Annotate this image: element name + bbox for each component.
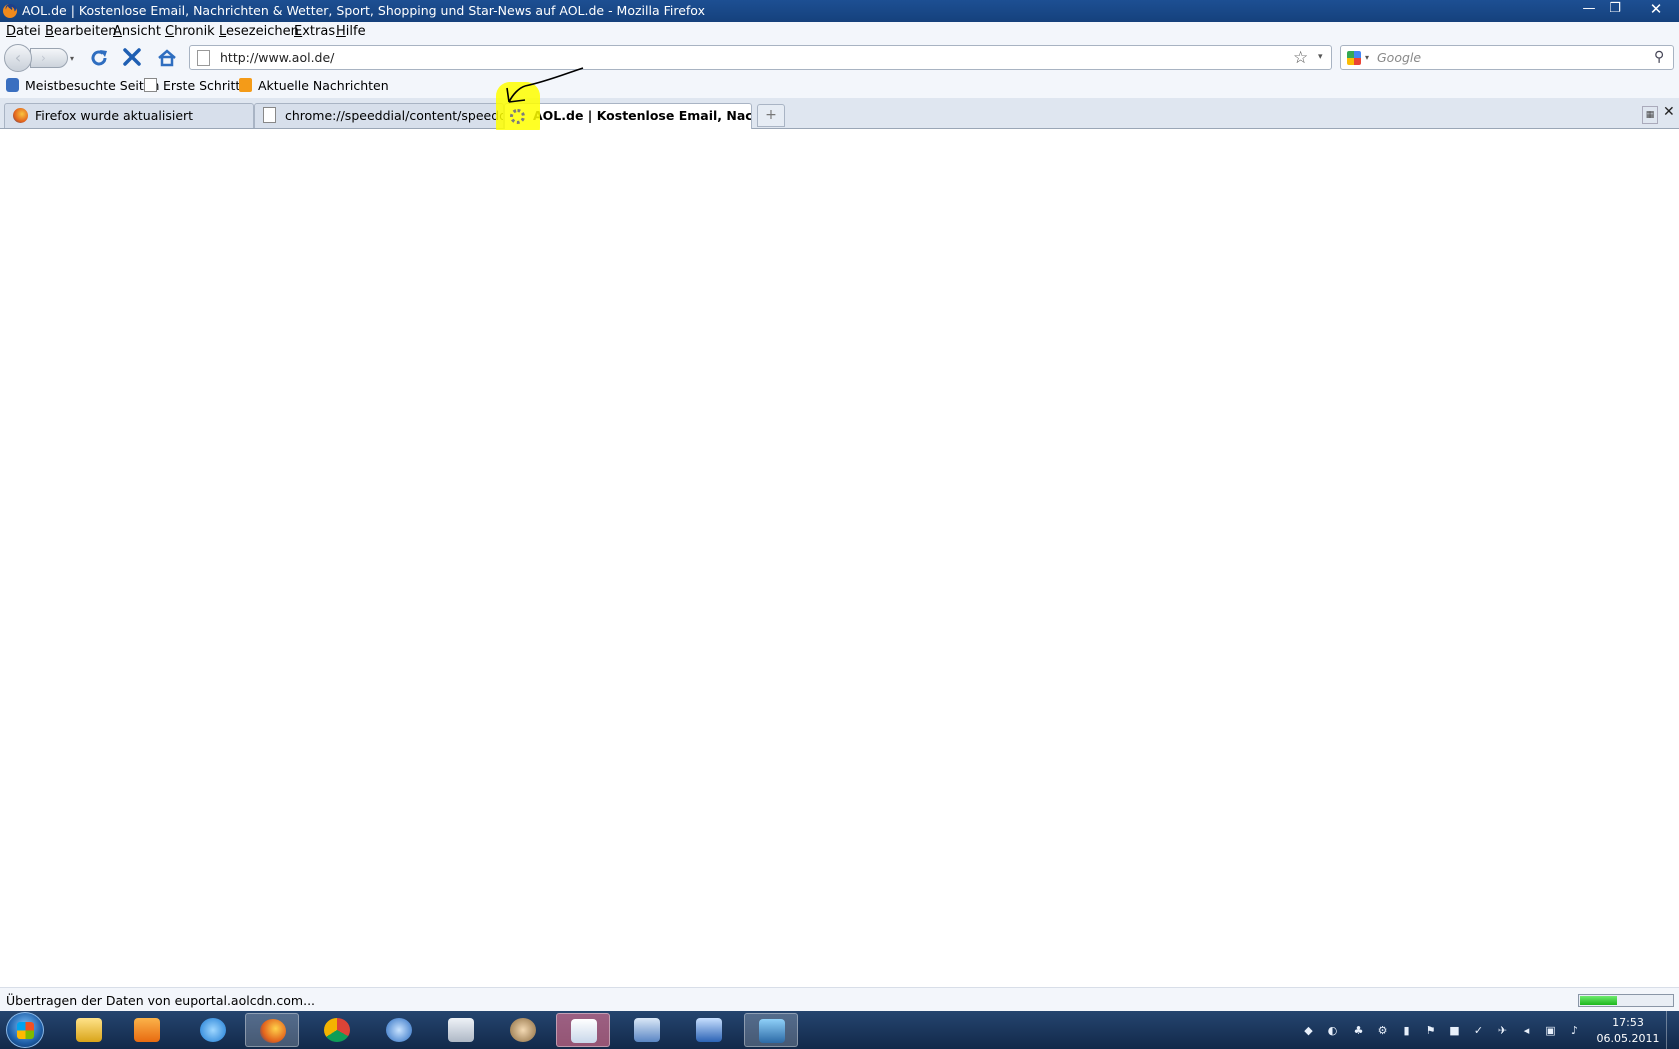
photo-icon [759,1019,785,1043]
most-visited-icon [6,78,19,92]
tray-speaker-alert-icon[interactable]: ◂ [1520,1024,1533,1037]
new-tab-button[interactable]: + [757,104,785,127]
minimize-button[interactable]: — [1576,0,1602,18]
tray-plane-icon[interactable]: ✈ [1496,1024,1509,1037]
annotation-arrow [506,67,584,103]
window-title: AOL.de | Kostenlose Email, Nachrichten &… [22,3,705,18]
rss-feed-icon [239,78,252,92]
window-titlebar[interactable]: AOL.de | Kostenlose Email, Nachrichten &… [0,0,1679,22]
clock-date: 06.05.2011 [1596,1032,1660,1045]
firefox-icon [3,4,17,18]
bookmarks-toolbar: Meistbesuchte Seiten Erste Schritte Aktu… [0,74,1679,98]
show-desktop-button[interactable] [1666,1011,1679,1049]
thunderbird-icon [386,1018,412,1042]
folder-icon [76,1018,102,1042]
media-player-icon [134,1018,160,1042]
status-bar: Übertragen der Daten von euportal.aolcdn… [0,987,1679,1011]
google-engine-icon[interactable] [1347,51,1361,65]
menu-extras[interactable]: Extras [294,24,335,39]
navigation-toolbar: › ‹ ▾ http://www.aol.de/ ☆ ▾ ▾ Google ⚲ [0,42,1679,74]
menu-ansicht[interactable]: Ansicht [113,24,161,39]
tray-app-icon[interactable]: ♣ [1352,1024,1365,1037]
taskbar-photo-viewer[interactable] [744,1013,798,1047]
taskbar-thunderbird[interactable] [372,1013,426,1047]
tray-arrow-icon[interactable]: ◆ [1302,1024,1315,1037]
history-dropdown-icon[interactable]: ▾ [70,54,78,63]
menu-datei[interactable]: Datei [6,24,41,39]
status-text: Übertragen der Daten von euportal.aolcdn… [6,993,316,1008]
back-button[interactable]: ‹ [4,44,32,72]
tray-network-icon[interactable]: ▣ [1544,1024,1557,1037]
progress-bar [1578,994,1674,1007]
engine-dropdown-icon[interactable]: ▾ [1365,53,1369,62]
scissors-icon [571,1019,597,1043]
address-bar[interactable]: http://www.aol.de/ ☆ ▾ [189,45,1332,70]
firefox-icon [260,1019,286,1043]
tab-speeddial[interactable]: chrome://speeddial/content/speeddial.... [254,103,504,128]
maximize-button[interactable]: ❐ [1602,0,1628,18]
tab-bar: Firefox wurde aktualisiert chrome://spee… [0,98,1679,129]
card-icon [634,1018,660,1042]
back-forward-group: › ‹ ▾ [4,44,78,72]
taskbar-media-player[interactable] [120,1013,174,1047]
tray-signal-icon[interactable]: ▮ [1400,1024,1413,1037]
close-window-button[interactable]: ✕ [1640,0,1672,18]
firefox-icon [13,108,28,123]
tray-package-icon[interactable]: ■ [1448,1024,1461,1037]
taskbar-firefox[interactable] [245,1013,299,1047]
search-input[interactable]: Google [1377,50,1421,65]
taskbar-info[interactable] [682,1013,736,1047]
menu-chronik[interactable]: Chronik [165,24,215,39]
progress-fill [1580,996,1617,1005]
home-icon[interactable] [156,47,178,69]
info-icon [696,1018,722,1042]
page-icon [197,50,210,66]
stop-icon[interactable] [122,47,142,67]
bookmark-erste-schritte[interactable]: Erste Schritte [144,78,248,93]
clock[interactable]: 17:53 06.05.2011 [1596,1015,1660,1047]
bookmark-aktuelle-nachrichten[interactable]: Aktuelle Nachrichten [239,78,389,93]
reload-icon[interactable] [88,47,110,69]
calculator-icon [448,1018,474,1042]
menu-bar: Datei Bearbeiten Ansicht Chronik Lesezei… [0,22,1679,42]
tray-volume-icon[interactable]: ♪ [1568,1024,1581,1037]
search-bar[interactable]: ▾ Google ⚲ [1340,45,1674,70]
url-dropdown-icon[interactable]: ▾ [1318,52,1323,62]
taskbar-internet-explorer[interactable] [186,1013,240,1047]
search-icon[interactable]: ⚲ [1654,49,1664,65]
list-all-tabs-icon[interactable]: ▦ [1642,106,1658,124]
taskbar-chrome[interactable] [310,1013,364,1047]
taskbar: ◆ ◐ ♣ ⚙ ▮ ⚑ ■ ✓ ✈ ◂ ▣ ♪ 17:53 06.05.2011 [0,1011,1679,1049]
page-icon [263,107,276,123]
menu-lesezeichen[interactable]: Lesezeichen [219,24,299,39]
bookmark-meistbesuchte-seiten[interactable]: Meistbesuchte Seiten [6,78,159,93]
page-content[interactable] [0,130,1679,987]
tab-firefox-updated[interactable]: Firefox wurde aktualisiert [4,103,254,128]
bookmark-star-icon[interactable]: ☆ [1293,48,1308,68]
ie-icon [200,1018,226,1042]
clock-time: 17:53 [1612,1016,1644,1029]
taskbar-card[interactable] [620,1013,674,1047]
taskbar-snipping-tool[interactable] [556,1013,610,1047]
tray-flag-icon[interactable]: ⚑ [1424,1024,1437,1037]
tray-sync-icon[interactable]: ◐ [1326,1024,1339,1037]
menu-hilfe[interactable]: Hilfe [336,24,366,39]
menu-bearbeiten[interactable]: Bearbeiten [45,24,116,39]
forward-button[interactable]: › [30,48,68,68]
taskbar-tool[interactable] [496,1013,550,1047]
page-icon [144,78,157,92]
tray-check-icon[interactable]: ✓ [1472,1024,1485,1037]
tool-icon [510,1018,536,1042]
chrome-icon [324,1018,350,1042]
start-button[interactable] [6,1012,44,1048]
taskbar-calculator[interactable] [434,1013,488,1047]
taskbar-explorer[interactable] [62,1013,116,1047]
windows-logo-icon [17,1022,34,1039]
tray-settings-icon[interactable]: ⚙ [1376,1024,1389,1037]
url-input[interactable]: http://www.aol.de/ [220,50,334,65]
close-tab-icon[interactable]: ✕ [1663,104,1675,120]
